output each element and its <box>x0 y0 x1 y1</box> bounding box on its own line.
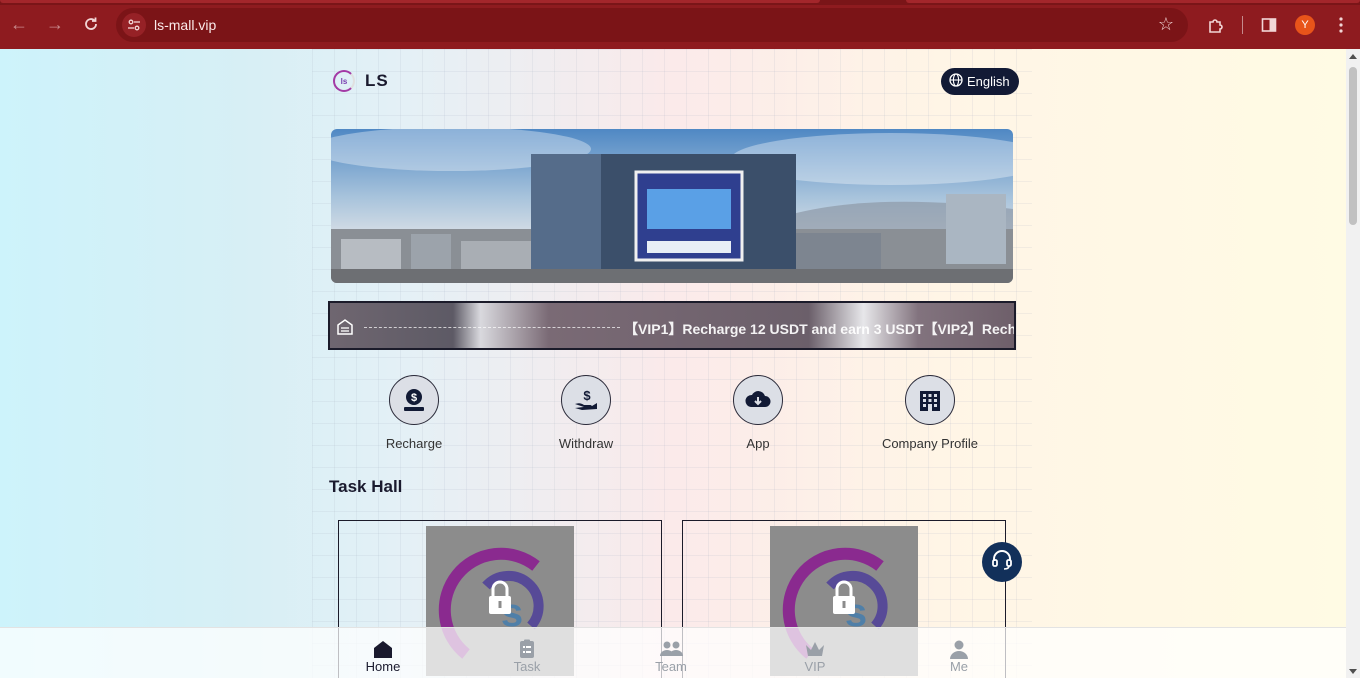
hero-banner[interactable] <box>331 129 1013 283</box>
tab-label: Task <box>513 659 541 674</box>
task-hall-title: Task Hall <box>329 477 403 496</box>
back-arrow-icon[interactable]: ← <box>8 13 30 35</box>
notice-marquee: 【VIP1】Recharge 12 USDT and earn 3 USDT【V… <box>328 301 1016 350</box>
withdraw-icon: $ <box>561 375 611 425</box>
lock-icon <box>833 580 855 614</box>
active-tab-edge <box>0 0 820 3</box>
crown-icon <box>803 639 827 659</box>
building-photo <box>331 129 1013 283</box>
toolbar-separator <box>1242 16 1243 34</box>
profile-avatar[interactable]: Y <box>1295 15 1315 35</box>
svg-text:$: $ <box>411 392 417 404</box>
company-profile-button[interactable]: Company Profile <box>870 375 990 451</box>
tab-home[interactable]: Home <box>333 628 433 678</box>
tab-edge <box>906 0 1360 3</box>
customer-support-button[interactable] <box>982 542 1022 582</box>
tab-team[interactable]: Team <box>621 628 721 678</box>
tab-label: Team <box>655 659 687 674</box>
cloud-download-icon <box>733 375 783 425</box>
scrollbar-thumb[interactable] <box>1349 67 1357 225</box>
brand[interactable]: ls LS <box>333 70 389 92</box>
bottom-tab-bar: Home Task Team VIP Me <box>0 627 1346 678</box>
scroll-down-arrow-icon[interactable] <box>1349 669 1357 674</box>
forward-arrow-icon[interactable]: → <box>44 13 66 35</box>
language-label: English <box>967 74 1010 89</box>
tab-vip[interactable]: VIP <box>765 628 865 678</box>
tab-me[interactable]: Me <box>909 628 1009 678</box>
app-button[interactable]: App <box>698 375 818 451</box>
recharge-icon: $ <box>389 375 439 425</box>
side-panel-icon[interactable] <box>1257 13 1281 37</box>
tab-label: Home <box>365 659 401 674</box>
company-profile-label: Company Profile <box>881 436 979 451</box>
app-container: ls LS English 【VIP1】Recharge 12 USDT and… <box>312 49 1032 678</box>
site-settings-icon[interactable] <box>122 13 146 37</box>
recharge-button[interactable]: $ Recharge <box>354 375 474 451</box>
url-text[interactable]: ls-mall.vip <box>154 17 216 33</box>
headset-icon <box>990 548 1014 577</box>
globe-icon <box>949 73 963 90</box>
extensions-icon[interactable] <box>1204 13 1228 37</box>
bookmark-star-icon[interactable]: ☆ <box>1158 14 1174 35</box>
home-icon <box>371 639 395 659</box>
browser-toolbar: ← → ls-mall.vip ☆ Y <box>0 0 1360 49</box>
team-icon <box>659 639 683 659</box>
marquee-divider <box>364 327 620 328</box>
language-button[interactable]: English <box>941 68 1019 95</box>
recharge-label: Recharge <box>385 436 443 451</box>
user-icon <box>947 639 971 659</box>
address-bar[interactable]: ls-mall.vip ☆ <box>116 8 1188 42</box>
scroll-up-arrow-icon[interactable] <box>1349 54 1357 59</box>
tab-label: VIP <box>804 659 826 674</box>
tab-strip <box>0 0 1360 5</box>
notice-text: 【VIP1】Recharge 12 USDT and earn 3 USDT【V… <box>624 321 1016 337</box>
app-label: App <box>746 436 770 451</box>
page-scrollbar[interactable] <box>1346 49 1360 678</box>
withdraw-label: Withdraw <box>558 436 614 451</box>
building-icon <box>905 375 955 425</box>
tab-task[interactable]: Task <box>477 628 577 678</box>
withdraw-button[interactable]: $ Withdraw <box>526 375 646 451</box>
tab-label: Me <box>949 659 969 674</box>
page-viewport: ls LS English 【VIP1】Recharge 12 USDT and… <box>0 49 1346 678</box>
browser-menu-icon[interactable] <box>1329 13 1353 37</box>
announcement-icon <box>336 319 354 335</box>
svg-text:$: $ <box>583 388 591 403</box>
reload-icon[interactable] <box>80 13 102 35</box>
lock-icon <box>489 580 511 614</box>
clipboard-icon <box>515 639 539 659</box>
brand-name: LS <box>365 71 389 90</box>
ls-logo-icon: ls <box>333 70 355 92</box>
